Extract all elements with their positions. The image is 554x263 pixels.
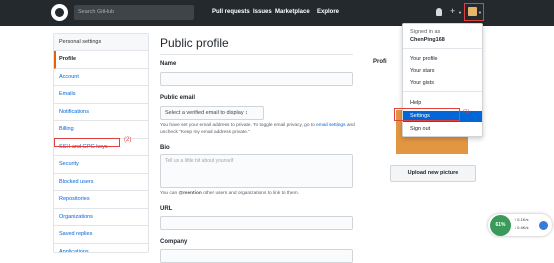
sidebar-item-security[interactable]: Security xyxy=(54,156,148,174)
email-settings-link[interactable]: email settings xyxy=(316,123,345,128)
public-email-select[interactable]: Select a verified email to display ↕ xyxy=(160,106,264,120)
bio-textarea[interactable]: Tell us a little bit about yourself xyxy=(160,154,353,188)
download-speed: ↓ 0.4K/s xyxy=(514,225,529,230)
memory-percent-badge: 61% xyxy=(490,215,511,236)
sidebar-item-repositories[interactable]: Repositories xyxy=(54,191,148,209)
menu-item-sign-out[interactable]: Sign out xyxy=(410,126,430,132)
email-privacy-note: You have set your email address to priva… xyxy=(160,123,355,135)
nav-issues[interactable]: Issues xyxy=(253,9,272,15)
sidebar-item-applications[interactable]: Applications xyxy=(54,244,148,253)
github-logo-icon[interactable] xyxy=(51,4,68,21)
search-input[interactable] xyxy=(74,5,194,20)
widget-toggle-icon[interactable] xyxy=(539,221,548,230)
chevron-down-icon: ▼ xyxy=(458,10,462,15)
plus-icon[interactable]: + xyxy=(450,7,455,16)
url-field[interactable] xyxy=(160,216,353,230)
dropdown-divider xyxy=(403,48,482,49)
company-field[interactable] xyxy=(160,249,353,263)
page-title: Public profile xyxy=(160,36,229,50)
public-email-label: Public email xyxy=(160,95,196,101)
sidebar-item-profile[interactable]: Profile xyxy=(54,51,148,69)
title-divider xyxy=(160,54,353,55)
menu-item-your-gists[interactable]: Your gists xyxy=(410,80,434,86)
settings-highlight-box xyxy=(394,108,460,121)
bio-label: Bio xyxy=(160,145,170,151)
avatar-highlight-box xyxy=(464,3,484,21)
name-label: Name xyxy=(160,61,177,67)
sidebar-item-saved-replies[interactable]: Saved replies xyxy=(54,226,148,244)
menu-item-your-stars[interactable]: Your stars xyxy=(410,68,435,74)
nav-marketplace[interactable]: Marketplace xyxy=(275,9,310,15)
nav-explore[interactable]: Explore xyxy=(317,9,339,15)
sidebar-item-organizations[interactable]: Organizations xyxy=(54,209,148,226)
profile-picture-label: Profi xyxy=(373,59,387,65)
upload-picture-button[interactable]: Upload new picture xyxy=(390,165,476,182)
menu-item-your-profile[interactable]: Your profile xyxy=(410,56,438,62)
url-label: URL xyxy=(160,206,173,212)
signed-in-as-label: Signed in as xyxy=(410,29,441,35)
annotation-number-2: (2) xyxy=(124,137,132,143)
ssh-highlight-box xyxy=(54,138,120,147)
sidebar-heading: Personal settings xyxy=(54,34,148,51)
menu-item-help[interactable]: Help xyxy=(410,100,421,106)
sidebar-item-account[interactable]: Account xyxy=(54,69,148,86)
annotation-number-1: (1) xyxy=(463,109,470,115)
sidebar-item-notifications[interactable]: Notifications xyxy=(54,104,148,121)
company-label: Company xyxy=(160,239,188,245)
sidebar-item-emails[interactable]: Emails xyxy=(54,86,148,104)
upload-speed: ↑ 0.1K/s xyxy=(514,217,529,222)
username-label: ChenPing168 xyxy=(410,37,445,43)
name-field[interactable] xyxy=(160,72,353,86)
nav-pull-requests[interactable]: Pull requests xyxy=(212,9,250,15)
bio-note: You can @mention other users and organiz… xyxy=(160,191,299,196)
sidebar-item-blocked-users[interactable]: Blocked users xyxy=(54,174,148,191)
dropdown-divider xyxy=(403,91,482,92)
notification-bell-icon[interactable] xyxy=(436,8,442,16)
sidebar-item-billing[interactable]: Billing xyxy=(54,121,148,139)
